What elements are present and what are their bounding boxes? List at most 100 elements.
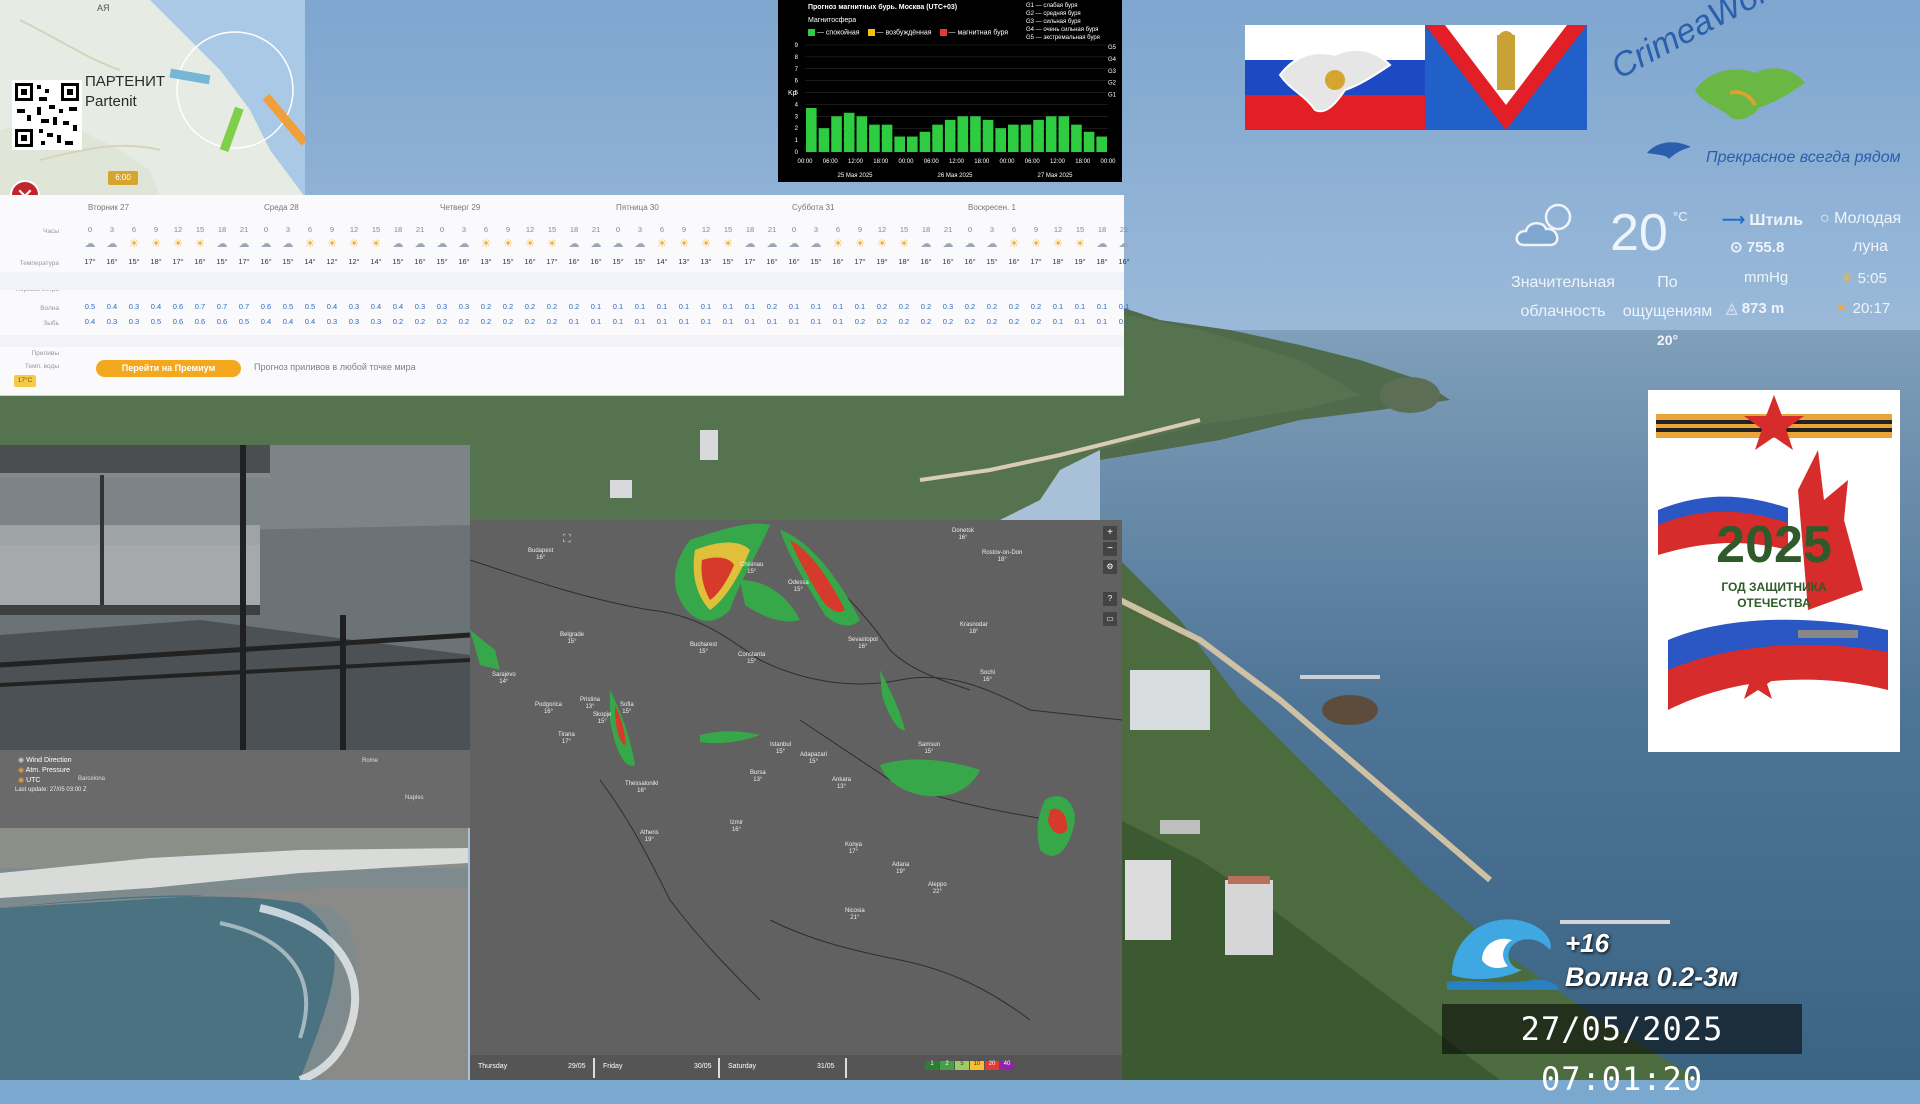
city-label: Krasnodar 18° (960, 622, 988, 635)
forecast-cell: 17° (1030, 257, 1042, 266)
city-label: Konya 17° (845, 842, 863, 855)
city-label: Aleppo 22° (928, 882, 947, 895)
forecast-cell: 16° (414, 257, 426, 266)
date-label: 25 Мая 2025 (837, 173, 873, 179)
map-place-latin: Partenit (85, 93, 137, 110)
g-level-tick: G3 (1108, 69, 1117, 75)
forecast-row-label: Темп. воды (24, 363, 59, 370)
forecast-cell: 18° (1052, 257, 1064, 266)
city-naples: Naples (405, 795, 424, 801)
y-tick: 2 (795, 126, 799, 132)
timeline-bar[interactable]: Thursday 29/05 Friday 30/05 Saturday 31/… (470, 1055, 1122, 1080)
cloud-icon: ☁ (84, 238, 96, 250)
forecast-cell: 18 (745, 225, 755, 234)
date-label: 27 Мая 2025 (1037, 173, 1073, 179)
sun-icon: ☀ (855, 238, 865, 250)
timeline-divider-1 (593, 1058, 595, 1078)
wind-forecast-map[interactable]: ⛶ + − ⚙ ? ▭ Budapest 16° Belgrade 15° Saraje… (470, 520, 1122, 1080)
sunrise-icon: ☀ (1840, 270, 1854, 287)
sun-icon: ☀ (1009, 238, 1019, 250)
forecast-cell: 18° (1096, 257, 1108, 266)
crimea-flag-logo (1245, 25, 1425, 130)
forecast-cell: 0.2 (524, 302, 536, 311)
kp-bar (1033, 119, 1044, 152)
cloud-icon: ☁ (458, 238, 470, 250)
cloud-icon: ☁ (810, 238, 822, 250)
forecast-cell: 0.2 (1008, 302, 1020, 311)
fullscreen-icon[interactable]: ⛶ (563, 533, 571, 546)
forecast-cell: 0.2 (392, 317, 404, 326)
sun-icon: ☀ (547, 238, 557, 250)
city-label: Sochi 16° (980, 670, 996, 683)
forecast-cell: 15° (634, 257, 646, 266)
forecast-cell: 0.2 (898, 302, 910, 311)
delete-icon[interactable]: ▭ (1103, 612, 1117, 626)
city-label: Sofia 15° (620, 702, 634, 715)
forecast-cell: 21 (415, 225, 425, 234)
sun-icon: ☀ (1053, 238, 1063, 250)
zoom-in-button[interactable]: + (1103, 526, 1117, 540)
forecast-cell: 0.1 (766, 317, 778, 326)
x-tick: 18:00 (1075, 159, 1091, 165)
forecast-cell: 16° (590, 257, 602, 266)
y-tick: 9 (795, 43, 799, 49)
forecast-cell: 17° (238, 257, 250, 266)
forecast-cell: 0.2 (876, 302, 888, 311)
water-temp-badge: 17°C (14, 375, 36, 387)
help-icon[interactable]: ? (1103, 592, 1117, 606)
forecast-cell: 0.1 (1118, 317, 1130, 326)
timeline-day-3: Saturday (728, 1063, 757, 1070)
timeline-date-3: 31/05 (817, 1063, 835, 1070)
kp-bar (957, 116, 969, 152)
forecast-cell: 0.3 (348, 302, 360, 311)
forecast-cell: 16° (942, 257, 954, 266)
forecast-cell: 0 (439, 225, 445, 234)
cloud-icon: ☁ (634, 238, 646, 250)
forecast-cell: 18 (569, 225, 579, 234)
city-label: Donetsk 16° (952, 528, 975, 541)
forecast-cell: 0.3 (370, 317, 382, 326)
clock-icon: ◉ (18, 777, 25, 784)
cloud-icon: ☁ (260, 238, 272, 250)
city-label: Skopje 15° (593, 712, 612, 725)
webcam-beach (0, 828, 468, 1080)
city-label: Sarajevo 14° (492, 672, 516, 685)
forecast-cell: 0.2 (458, 317, 470, 326)
altitude: ◬ 873 m (1726, 300, 1785, 317)
forecast-cell: 16° (1008, 257, 1020, 266)
forecast-cell: 0.6 (260, 302, 272, 311)
forecast-cell: 0.2 (964, 302, 976, 311)
pier-scene (0, 445, 470, 750)
forecast-cell: 0.4 (150, 302, 162, 311)
forecast-cell: 16° (458, 257, 470, 266)
forecast-cell: 9 (505, 225, 511, 234)
forecast-cell: 3 (813, 225, 819, 234)
forecast-cell: 16° (260, 257, 272, 266)
forecast-cell: 0.1 (634, 302, 646, 311)
forecast-cell: 16° (524, 257, 536, 266)
forecast-cell: 12 (701, 225, 711, 234)
kp-bar (1071, 124, 1082, 152)
forecast-cell: 16° (194, 257, 206, 266)
forecast-day: Пятница 30 (616, 203, 659, 212)
kp-bar (843, 112, 855, 152)
forecast-cell: 0.2 (964, 317, 976, 326)
forecast-cell: 18 (1097, 225, 1107, 234)
sun-icon: ☀ (349, 238, 359, 250)
forecast-cell: 15 (195, 225, 205, 234)
kp-bar-chart: 9 8 7 6 5 4 3 2 1 0 G5 G4 G3 G2 G1 00:00 06:00 12:00 18:00… (795, 43, 1117, 179)
windmap-legend-strip: ◉ Wind Direction ◉ Atm. Pressure ◉ UTC L… (0, 750, 470, 828)
settings-icon[interactable]: ⚙ (1103, 560, 1117, 574)
forecast-cell: 0.1 (634, 317, 646, 326)
forecast-cell: 12 (349, 225, 359, 234)
forecast-cell: 0.2 (920, 317, 932, 326)
forecast-cell: 6 (483, 225, 489, 234)
timeline-date-1: 29/05 (568, 1063, 586, 1070)
forecast-cell: 0.5 (150, 317, 162, 326)
zoom-out-button[interactable]: − (1103, 542, 1117, 556)
poster-year: 2025 (1716, 516, 1832, 574)
premium-button[interactable]: Перейти на Премиум (96, 360, 241, 377)
sun-icon: ☀ (327, 238, 337, 250)
forecast-cell: 9 (153, 225, 159, 234)
forecast-cell: 0 (967, 225, 973, 234)
